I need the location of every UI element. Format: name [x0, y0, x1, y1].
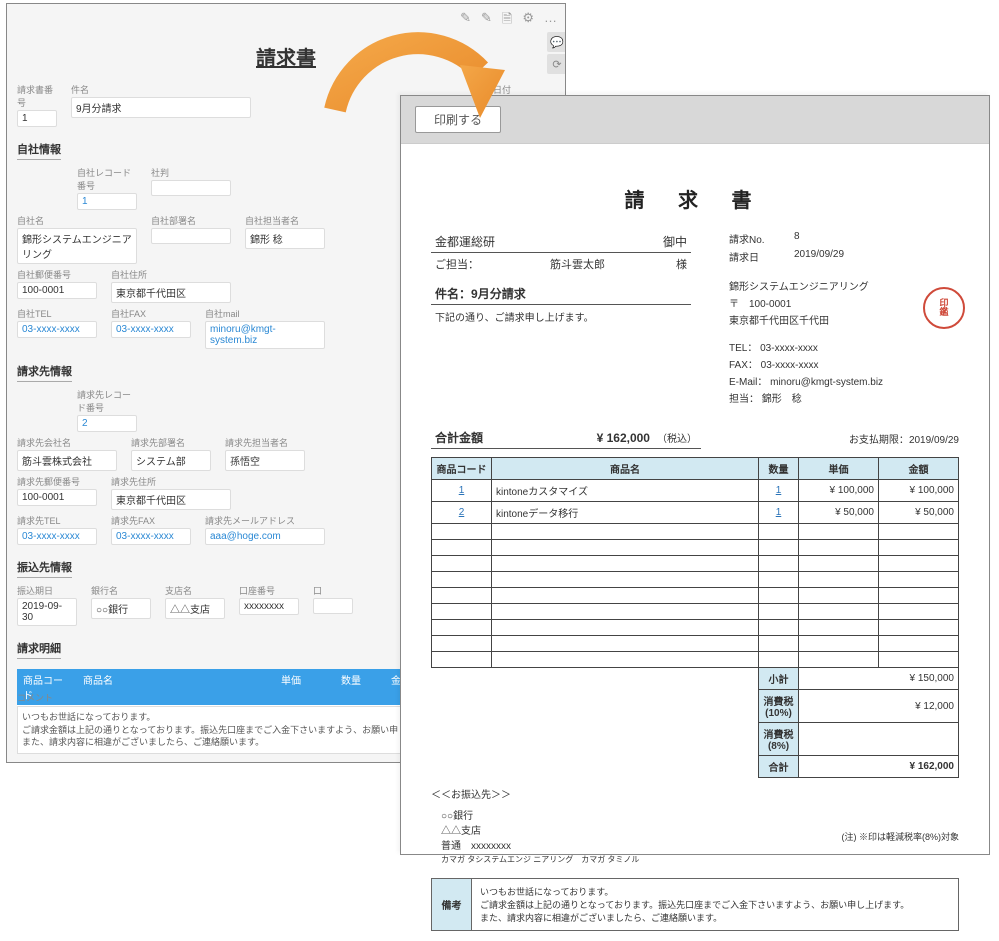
table-row: 2kintoneデータ移行1¥ 50,000¥ 50,000: [432, 502, 959, 524]
table-row: 1kintoneカスタマイズ1¥ 100,000¥ 100,000: [432, 480, 959, 502]
bank-block: ○○銀行 △△支店 普通 xxxxxxxx カマガ タシステムエンジ ニアリング…: [431, 809, 689, 866]
duplicate-icon[interactable]: ✎: [481, 10, 492, 32]
table-row: [432, 652, 959, 668]
form-title: 請求書: [17, 42, 555, 71]
table-row: [432, 620, 959, 636]
subject-line: 件名：9月分請求: [431, 283, 691, 305]
table-row: [432, 636, 959, 652]
subject-label: 件名: [71, 83, 251, 96]
table-row: [432, 604, 959, 620]
comment-side-icon[interactable]: 💬: [547, 32, 566, 52]
page-icon[interactable]: 🗎: [502, 10, 512, 32]
doc-title: 請 求 書: [431, 184, 959, 213]
edit-icon[interactable]: ✎: [460, 10, 471, 32]
remark-table: 備考いつもお世話になっております。 ご請求金額は上記の通りとなっております。振込…: [431, 878, 959, 931]
invoice-no-label: 請求書番号: [17, 83, 57, 109]
company-section-header: 自社情報: [17, 141, 61, 160]
seal-icon: 印 鑑: [923, 287, 965, 329]
print-toolbar: 印刷する: [401, 96, 989, 144]
invoice-table: 商品コード 商品名 数量 単価 金額 1kintoneカスタマイズ1¥ 100,…: [431, 457, 959, 778]
form-toolbar: ✎ ✎ 🗎 ⚙ …: [460, 10, 557, 32]
client-company: 金都運総研: [435, 233, 495, 250]
detail-section-header: 請求明細: [17, 640, 61, 659]
subject-value: 9月分請求: [71, 97, 251, 118]
table-row: [432, 572, 959, 588]
invoice-no-value: 1: [17, 110, 57, 127]
bank-section-header: 振込先情報: [17, 559, 72, 578]
history-side-icon[interactable]: ⟳: [547, 54, 566, 74]
gear-icon[interactable]: ⚙: [522, 10, 534, 32]
table-row: [432, 540, 959, 556]
print-preview-panel: 印刷する 請 求 書 金都運総研御中 ご担当：筋斗雲太郎様 件名：9月分請求 下…: [400, 95, 990, 855]
table-row: [432, 524, 959, 540]
more-icon[interactable]: …: [544, 10, 557, 32]
print-button[interactable]: 印刷する: [415, 106, 501, 133]
table-row: [432, 556, 959, 572]
table-row: [432, 588, 959, 604]
client-section-header: 請求先情報: [17, 363, 72, 382]
company-block: 錦形システムエンジニアリング 〒 100-0001 東京都千代田区千代田 TEL…: [729, 278, 959, 405]
